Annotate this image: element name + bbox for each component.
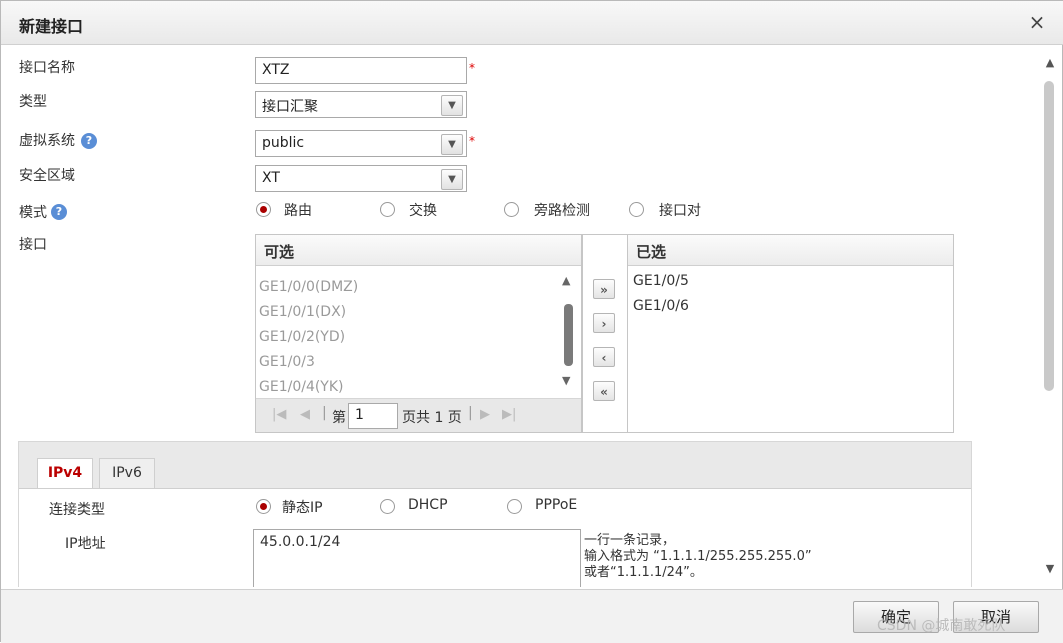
chevron-down-icon[interactable]: ▼: [441, 169, 463, 190]
mode-option-bypass[interactable]: 旁路检测: [534, 200, 590, 220]
ip-address-value: 45.0.0.1/24: [260, 534, 341, 550]
list-item[interactable]: GE1/0/0(DMZ): [259, 279, 358, 295]
conn-option-pppoe[interactable]: PPPoE: [535, 497, 577, 513]
mode-radio-bypass[interactable]: [504, 202, 519, 217]
page-number-input[interactable]: 1: [348, 403, 398, 429]
ip-config-area: IPv4 IPv6 连接类型 静态IP DHCP PPPoE IP地址 45.0…: [18, 441, 972, 587]
pager-divider: |: [322, 405, 327, 421]
zone-label: 安全区域: [19, 168, 75, 184]
list-item[interactable]: GE1/0/3: [259, 354, 315, 370]
zone-select-value: XT: [262, 170, 280, 186]
type-label: 类型: [19, 94, 47, 110]
available-header: 可选: [256, 235, 581, 266]
name-input-value: XTZ: [262, 62, 290, 78]
conn-radio-static[interactable]: [256, 499, 271, 514]
conn-option-static[interactable]: 静态IP: [282, 497, 323, 517]
required-mark: *: [469, 61, 475, 75]
chevron-down-icon[interactable]: ▼: [441, 134, 463, 155]
ipv4-panel: 连接类型 静态IP DHCP PPPoE IP地址 45.0.0.1/24 一行…: [19, 488, 971, 587]
hint-line: 输入格式为 “1.1.1.1/255.255.255.0”: [584, 549, 812, 564]
pager-divider: |: [468, 405, 473, 421]
available-list[interactable]: GE1/0/0(DMZ) GE1/0/1(DX) GE1/0/2(YD) GE1…: [256, 266, 581, 398]
scroll-down-icon[interactable]: ▼: [1042, 561, 1058, 577]
close-icon[interactable]: ×: [1027, 12, 1047, 32]
interface-label: 接口: [19, 237, 47, 253]
zone-select[interactable]: XT ▼: [255, 165, 467, 192]
move-all-right-icon[interactable]: »: [593, 279, 615, 299]
dialog-footer: 确定 取消 CSDN @城南敢死队: [1, 589, 1063, 643]
scroll-down-icon[interactable]: ▼: [562, 374, 570, 387]
watermark: CSDN @城南敢死队: [877, 618, 1006, 634]
chevron-down-icon[interactable]: ▼: [441, 95, 463, 116]
selected-header-label: 已选: [636, 243, 667, 261]
dialog-scrollbar[interactable]: ▲ ▼: [1042, 51, 1058, 579]
ip-address-textarea[interactable]: 45.0.0.1/24: [253, 529, 581, 587]
type-select-value: 接口汇聚: [262, 99, 318, 115]
mode-radio-pair[interactable]: [629, 202, 644, 217]
conn-type-label: 连接类型: [49, 502, 105, 518]
name-label: 接口名称: [19, 60, 75, 76]
ip-address-label: IP地址: [65, 536, 106, 552]
pager: |◀ ◀ | 第 1 页共 1 页 | ▶ ▶|: [256, 398, 581, 432]
new-interface-dialog: 新建接口 × 接口名称 XTZ * 类型 接口汇聚 ▼ 虚拟系统 ? publi…: [0, 0, 1063, 643]
scroll-up-icon[interactable]: ▲: [562, 274, 570, 287]
conn-radio-pppoe[interactable]: [507, 499, 522, 514]
move-all-left-icon[interactable]: «: [593, 381, 615, 401]
type-select[interactable]: 接口汇聚 ▼: [255, 91, 467, 118]
ip-format-hint: 一行一条记录， 输入格式为 “1.1.1.1/255.255.255.0” 或者…: [584, 533, 812, 581]
dialog-title: 新建接口: [19, 17, 84, 36]
hint-line: 或者“1.1.1.1/24”。: [584, 565, 703, 580]
list-item[interactable]: GE1/0/4(YK): [259, 379, 344, 395]
scrollbar-thumb[interactable]: [1044, 81, 1054, 391]
list-item[interactable]: GE1/0/5: [633, 273, 689, 289]
tab-ipv6[interactable]: IPv6: [99, 458, 155, 488]
transfer-buttons: » › ‹ «: [582, 234, 629, 433]
vsys-select-value: public: [262, 135, 305, 151]
selected-interfaces-panel: 已选 GE1/0/5 GE1/0/6: [627, 234, 954, 433]
mode-radio-switch[interactable]: [380, 202, 395, 217]
prev-page-icon[interactable]: ◀: [300, 407, 310, 422]
vsys-label: 虚拟系统: [19, 133, 75, 149]
dialog-titlebar: 新建接口 ×: [1, 1, 1063, 45]
hint-line: 一行一条记录，: [584, 533, 676, 548]
name-input[interactable]: XTZ: [255, 57, 467, 84]
move-right-icon[interactable]: ›: [593, 313, 615, 333]
list-item[interactable]: GE1/0/2(YD): [259, 329, 345, 345]
available-interfaces-panel: 可选 GE1/0/0(DMZ) GE1/0/1(DX) GE1/0/2(YD) …: [255, 234, 582, 433]
conn-option-dhcp[interactable]: DHCP: [408, 497, 448, 513]
available-header-label: 可选: [264, 243, 295, 261]
selected-header: 已选: [628, 235, 953, 266]
last-page-icon[interactable]: ▶|: [502, 407, 516, 422]
pager-prefix: 第: [332, 410, 346, 426]
mode-label: 模式: [19, 205, 47, 221]
vsys-select[interactable]: public ▼: [255, 130, 467, 157]
pager-suffix: 页共 1 页: [402, 410, 462, 426]
tab-ipv4[interactable]: IPv4: [37, 458, 93, 488]
list-scrollbar-thumb[interactable]: [564, 304, 573, 366]
dialog-body: 接口名称 XTZ * 类型 接口汇聚 ▼ 虚拟系统 ? public ▼ * 安…: [7, 45, 1042, 587]
mode-option-pair[interactable]: 接口对: [659, 200, 701, 220]
list-item[interactable]: GE1/0/1(DX): [259, 304, 346, 320]
mode-option-switch[interactable]: 交换: [409, 200, 437, 220]
help-icon[interactable]: ?: [81, 133, 97, 149]
page-number-value: 1: [355, 407, 364, 423]
required-mark: *: [469, 134, 475, 148]
conn-radio-dhcp[interactable]: [380, 499, 395, 514]
mode-option-route[interactable]: 路由: [284, 200, 312, 220]
scroll-up-icon[interactable]: ▲: [1042, 55, 1058, 71]
next-page-icon[interactable]: ▶: [480, 407, 490, 422]
list-item[interactable]: GE1/0/6: [633, 298, 689, 314]
help-icon[interactable]: ?: [51, 204, 67, 220]
mode-radio-route[interactable]: [256, 202, 271, 217]
first-page-icon[interactable]: |◀: [272, 407, 286, 422]
move-left-icon[interactable]: ‹: [593, 347, 615, 367]
